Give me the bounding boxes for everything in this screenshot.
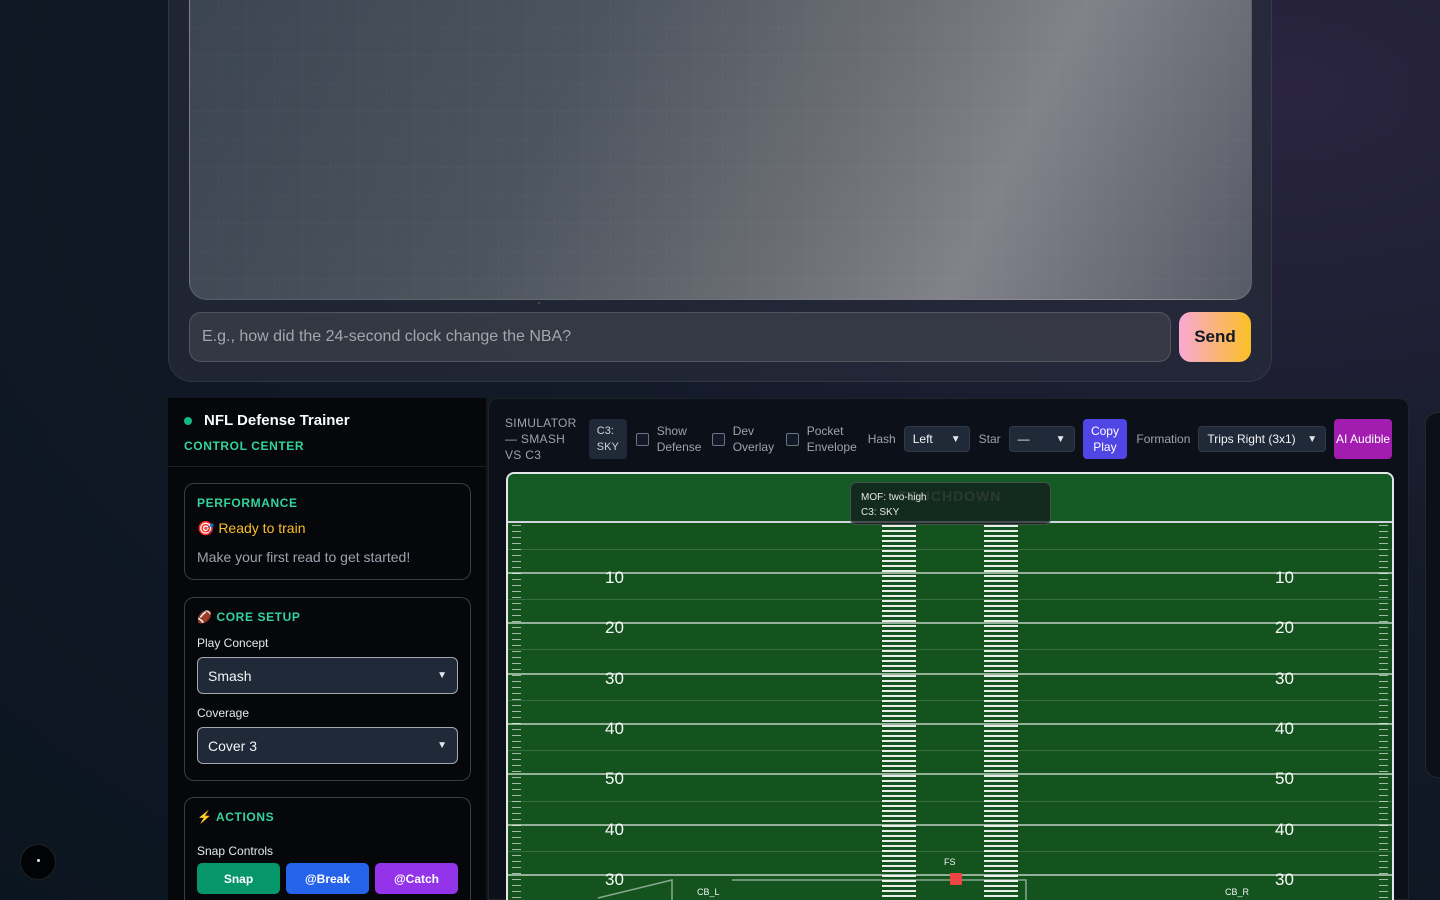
checkbox[interactable] (635, 432, 649, 446)
sidebar-header: NFL Defense Trainer CONTROL CENTER (168, 398, 486, 467)
chat-output-area[interactable] (189, 0, 1252, 300)
formation-select[interactable]: Trips Right (3x1) ▼ (1198, 426, 1327, 452)
snap-button[interactable]: Snap (197, 863, 280, 894)
right-panel-edge (1425, 412, 1440, 778)
control-sidebar: NFL Defense Trainer CONTROL CENTER PERFO… (168, 398, 487, 900)
coverage-label: Coverage (197, 706, 250, 720)
overlay-line: C3: SKY (861, 507, 900, 518)
star-value: — (1017, 432, 1030, 446)
formation-label: Formation (1136, 432, 1191, 446)
dot-icon (37, 859, 40, 862)
core-setup-title: 🏈 CORE SETUP (197, 610, 301, 624)
route-lines (597, 879, 1027, 900)
coverage-overlay: MOF: two-high C3: SKY (850, 482, 1051, 525)
ai-audible-button[interactable]: AI Audible (1334, 419, 1392, 459)
performance-title: PERFORMANCE (197, 496, 298, 510)
dev-overlay-label: Dev Overlay (732, 424, 775, 454)
actions-title: ⚡ ACTIONS (197, 810, 275, 824)
play-concept-select[interactable]: Smash ▼ (197, 657, 458, 694)
play-concept-label: Play Concept (197, 636, 269, 650)
chat-input[interactable] (189, 312, 1171, 362)
route-line (597, 879, 673, 900)
chat-panel: Send (168, 0, 1272, 382)
play-concept-value: Smash (208, 667, 252, 684)
performance-status: 🎯 Ready to train (197, 520, 306, 536)
dev-overlay-toggle[interactable]: Dev Overlay (711, 423, 777, 455)
star-label: Star (978, 432, 1001, 446)
show-defense-label: Show Defense (656, 424, 702, 454)
floating-action-button[interactable] (20, 844, 56, 880)
core-setup-card: 🏈 CORE SETUP Play Concept Smash ▼ Covera… (184, 597, 471, 781)
sidebar-subtitle: CONTROL CENTER (184, 439, 305, 453)
route-line (732, 879, 1027, 900)
app-title: NFL Defense Trainer (204, 412, 350, 429)
chevron-down-icon: ▼ (1307, 433, 1318, 445)
hash-value: Left (912, 432, 933, 446)
pocket-envelope-label: Pocket Envelope (806, 424, 857, 454)
break-button[interactable]: @Break (286, 863, 369, 894)
performance-description: Make your first read to get started! (197, 549, 411, 565)
player-label-cb-left: CB_L (697, 887, 720, 897)
chevron-down-icon: ▼ (437, 670, 447, 681)
star-select[interactable]: — ▼ (1008, 426, 1075, 452)
actions-card: ⚡ ACTIONS Snap Controls Snap @Break @Cat… (184, 797, 471, 900)
coverage-select[interactable]: Cover 3 ▼ (197, 727, 458, 764)
checkbox[interactable] (711, 432, 725, 446)
hash-label: Hash (867, 432, 896, 446)
overlay-line: MOF: two-high (861, 492, 927, 503)
copy-play-button[interactable]: Copy Play (1082, 419, 1128, 459)
simulator-title: SIMULATOR — SMASH VS C3 (505, 416, 577, 462)
coverage-value: Cover 3 (208, 737, 258, 754)
send-button[interactable]: Send (1179, 312, 1251, 362)
performance-card: PERFORMANCE 🎯 Ready to train Make your f… (184, 483, 471, 580)
player-label-cb-right: CB_R (1225, 887, 1250, 897)
simulator-panel: SIMULATOR — SMASH VS C3 C3: SKY Show Def… (488, 398, 1409, 900)
snap-controls-label: Snap Controls (197, 844, 274, 858)
chevron-down-icon: ▼ (437, 740, 447, 751)
hash-select[interactable]: Left ▼ (903, 426, 970, 452)
checkbox[interactable] (785, 432, 799, 446)
catch-button[interactable]: @Catch (375, 863, 458, 894)
football-field[interactable]: TOUCHDOWN 10 20 30 40 50 40 30 10 20 (506, 472, 1394, 900)
formation-value: Trips Right (3x1) (1207, 432, 1296, 446)
player-label-fs: FS (944, 857, 956, 867)
coverage-badge: C3: SKY (588, 419, 627, 459)
simulator-toolbar: SIMULATOR — SMASH VS C3 C3: SKY Show Def… (505, 415, 1392, 463)
chevron-down-icon: ▼ (950, 433, 961, 445)
chevron-down-icon: ▼ (1055, 433, 1066, 445)
status-dot-icon (184, 416, 192, 425)
show-defense-toggle[interactable]: Show Defense (635, 423, 703, 455)
free-safety-marker[interactable] (950, 873, 962, 885)
pocket-envelope-toggle[interactable]: Pocket Envelope (785, 423, 859, 455)
